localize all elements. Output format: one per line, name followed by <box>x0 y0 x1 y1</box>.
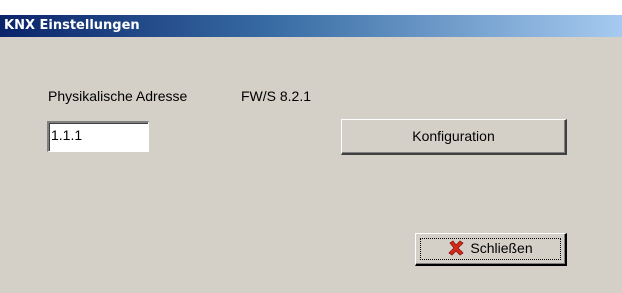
top-strip <box>0 0 622 15</box>
address-input[interactable]: 1.1.1 <box>47 121 149 152</box>
device-label: FW/S 8.2.1 <box>241 88 312 104</box>
close-button[interactable]: Schließen <box>415 233 567 266</box>
window-title: KNX Einstellungen <box>4 18 140 33</box>
dialog-window: KNX Einstellungen Physikalische Adresse … <box>0 0 622 293</box>
configuration-button[interactable]: Konfiguration <box>341 119 567 155</box>
close-x-icon <box>448 240 464 256</box>
address-label: Physikalische Adresse <box>48 88 188 104</box>
close-button-label: Schließen <box>470 240 533 256</box>
title-bar[interactable]: KNX Einstellungen <box>0 15 622 37</box>
